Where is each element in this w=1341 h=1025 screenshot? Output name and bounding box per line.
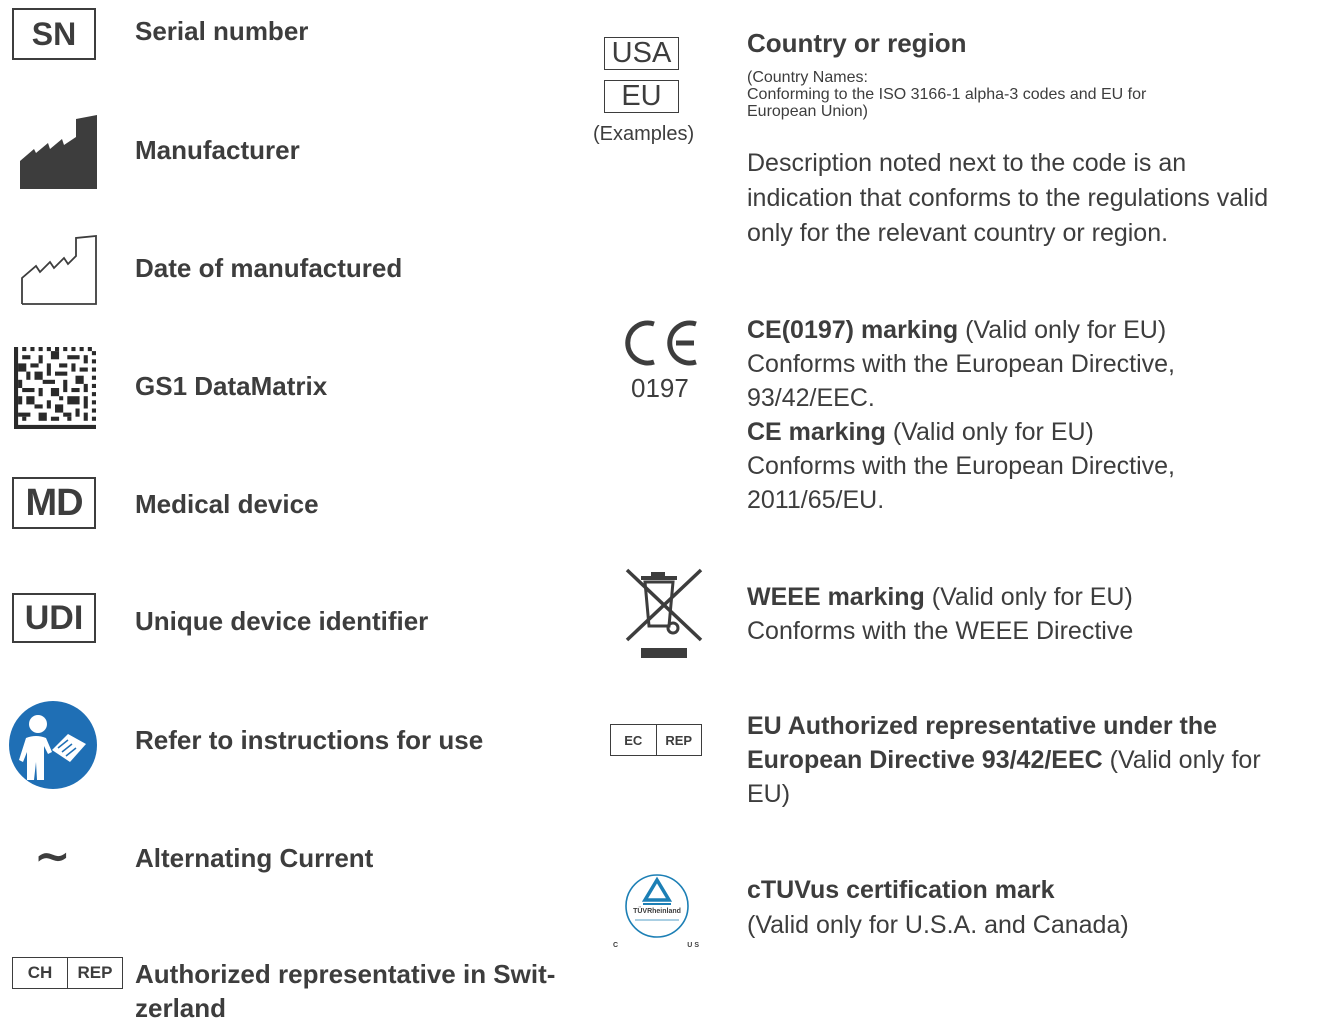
serial-number-label: Serial number <box>135 16 309 46</box>
weee-title: WEEE marking <box>747 583 925 611</box>
ce-number: 0197 <box>631 373 689 403</box>
instructions-for-use-label: Refer to instructions for use <box>135 725 484 755</box>
udi-label: Unique device identifier <box>135 606 429 636</box>
country-note-3: European Union) <box>747 103 868 120</box>
ce-line-2: Conforms with the European Directive, <box>747 350 1175 378</box>
tuv-title: cTUVus certification mark <box>747 876 1055 904</box>
country-code-usa: USA <box>604 37 679 70</box>
ce-line-4: CE marking (Valid only for EU) <box>747 415 1094 449</box>
ecrep-line-3: EU) <box>747 780 791 808</box>
ce-valid-1: (Valid only for EU) <box>958 316 1167 344</box>
alternating-current-icon: ∼ <box>34 832 71 881</box>
ec-rep-right: REP <box>655 725 702 755</box>
tuv-c: C <box>613 942 619 949</box>
tuv-line-2: (Valid only for U.S.A. and Canada) <box>747 911 1129 939</box>
serial-number-icon: SN <box>12 8 96 60</box>
ecrep-line-2: European Directive 93/42/EEC (Valid only… <box>747 743 1261 777</box>
tuv-mark-icon: TÜVRheinland C US <box>611 866 703 956</box>
country-desc-3: only for the relevant country or region. <box>747 219 1169 247</box>
weee-line-1: WEEE marking (Valid only for EU) <box>747 580 1133 614</box>
instructions-for-use-icon <box>9 701 97 789</box>
ce-line-3: 93/42/EEC. <box>747 384 875 412</box>
ch-rep-right: REP <box>67 958 122 988</box>
tuv-us: US <box>687 942 701 949</box>
ch-rep-icon: CH REP <box>12 957 123 989</box>
country-desc-2: indication that conforms to the regulati… <box>747 184 1269 212</box>
medical-device-label: Medical device <box>135 489 319 519</box>
datamatrix-label: GS1 DataMatrix <box>135 371 328 401</box>
date-of-manufacture-icon <box>21 235 97 305</box>
weee-bin-icon <box>625 568 703 658</box>
datamatrix-icon <box>14 347 96 429</box>
ec-rep-left: EC <box>624 732 643 748</box>
country-desc-1: Description noted next to the code is an <box>747 149 1187 177</box>
country-note-2: Conforming to the ISO 3166-1 alpha-3 cod… <box>747 86 1147 103</box>
ce-line-5: Conforms with the European Directive, <box>747 452 1175 480</box>
ch-rep-label-line2: zerland <box>135 993 227 1023</box>
tuv-logo-text: TÜVRheinland <box>633 908 681 915</box>
manufacturer-icon <box>20 115 97 189</box>
ecrep-line-2-rest: (Valid only for <box>1102 746 1261 774</box>
manufacturer-label: Manufacturer <box>135 135 300 165</box>
ce-line-1: CE(0197) marking (Valid only for EU) <box>747 313 1166 347</box>
ce-title-2: CE marking <box>747 418 886 446</box>
medical-device-icon: MD <box>12 477 96 529</box>
country-note-1: (Country Names: <box>747 69 868 86</box>
ce-title-1: CE(0197) marking <box>747 316 959 344</box>
country-examples: (Examples) <box>593 123 695 145</box>
ch-rep-label-line1: Authorized representative in Swit- <box>135 959 556 989</box>
country-title: Country or region <box>747 28 967 58</box>
ecrep-line-2-bold: European Directive 93/42/EEC <box>747 746 1103 774</box>
ecrep-line-1: EU Authorized representative under the <box>747 712 1217 740</box>
ec-rep-icon: EC REP <box>610 724 702 756</box>
ce-valid-2: (Valid only for EU) <box>885 418 1094 446</box>
ce-mark-icon <box>625 320 697 366</box>
udi-icon: UDI <box>12 593 96 643</box>
country-code-eu: EU <box>604 80 679 113</box>
weee-line-2: Conforms with the WEEE Directive <box>747 617 1134 645</box>
ce-line-6: 2011/65/EU. <box>747 486 885 514</box>
weee-valid: (Valid only for EU) <box>924 583 1133 611</box>
date-of-manufacture-label: Date of manufactured <box>135 253 403 283</box>
alternating-current-label: Alternating Current <box>135 843 374 873</box>
ch-rep-left: CH <box>27 963 53 982</box>
